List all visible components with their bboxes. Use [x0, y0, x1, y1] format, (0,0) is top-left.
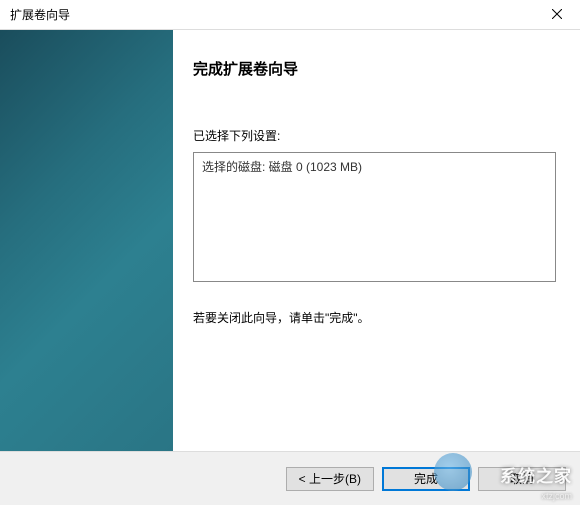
- wizard-hint: 若要关闭此向导，请单击"完成"。: [193, 309, 556, 326]
- wizard-content: 完成扩展卷向导 已选择下列设置: 若要关闭此向导，请单击"完成"。: [173, 30, 580, 451]
- page-heading: 完成扩展卷向导: [193, 58, 556, 79]
- settings-label: 已选择下列设置:: [193, 127, 556, 144]
- back-button[interactable]: < 上一步(B): [286, 467, 374, 491]
- close-button[interactable]: [534, 0, 580, 30]
- window-titlebar: 扩展卷向导: [0, 0, 580, 30]
- dialog-body: 完成扩展卷向导 已选择下列设置: 若要关闭此向导，请单击"完成"。: [0, 30, 580, 452]
- close-icon: [552, 8, 562, 22]
- window-title: 扩展卷向导: [10, 6, 70, 23]
- cancel-button[interactable]: 取消: [478, 467, 566, 491]
- settings-summary-box[interactable]: [193, 152, 556, 282]
- button-bar: < 上一步(B) 完成 取消: [0, 452, 580, 505]
- wizard-sidebar-graphic: [0, 30, 173, 451]
- finish-button[interactable]: 完成: [382, 467, 470, 491]
